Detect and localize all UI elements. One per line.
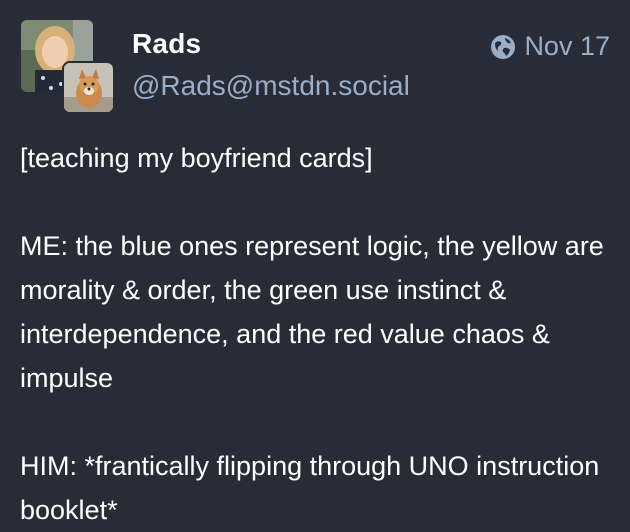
- post-paragraph: ME: the blue ones represent logic, the y…: [20, 231, 604, 393]
- account-avatar-overlay[interactable]: [64, 63, 113, 112]
- post-paragraph: HIM: *frantically flipping through UNO i…: [20, 451, 600, 525]
- display-name[interactable]: Rads: [132, 28, 201, 60]
- status-post: Rads @Rads@mstdn.social Nov 17 [teaching…: [0, 0, 630, 532]
- globe-icon: [490, 34, 516, 60]
- avatar-group[interactable]: [21, 20, 113, 112]
- post-content: [teaching my boyfriend cards] ME: the bl…: [20, 136, 616, 532]
- dog-photo-icon: [64, 63, 113, 112]
- post-date[interactable]: Nov 17: [524, 31, 610, 62]
- post-meta[interactable]: Nov 17: [490, 31, 610, 62]
- account-handle[interactable]: @Rads@mstdn.social: [132, 70, 410, 102]
- post-paragraph: [teaching my boyfriend cards]: [20, 143, 373, 173]
